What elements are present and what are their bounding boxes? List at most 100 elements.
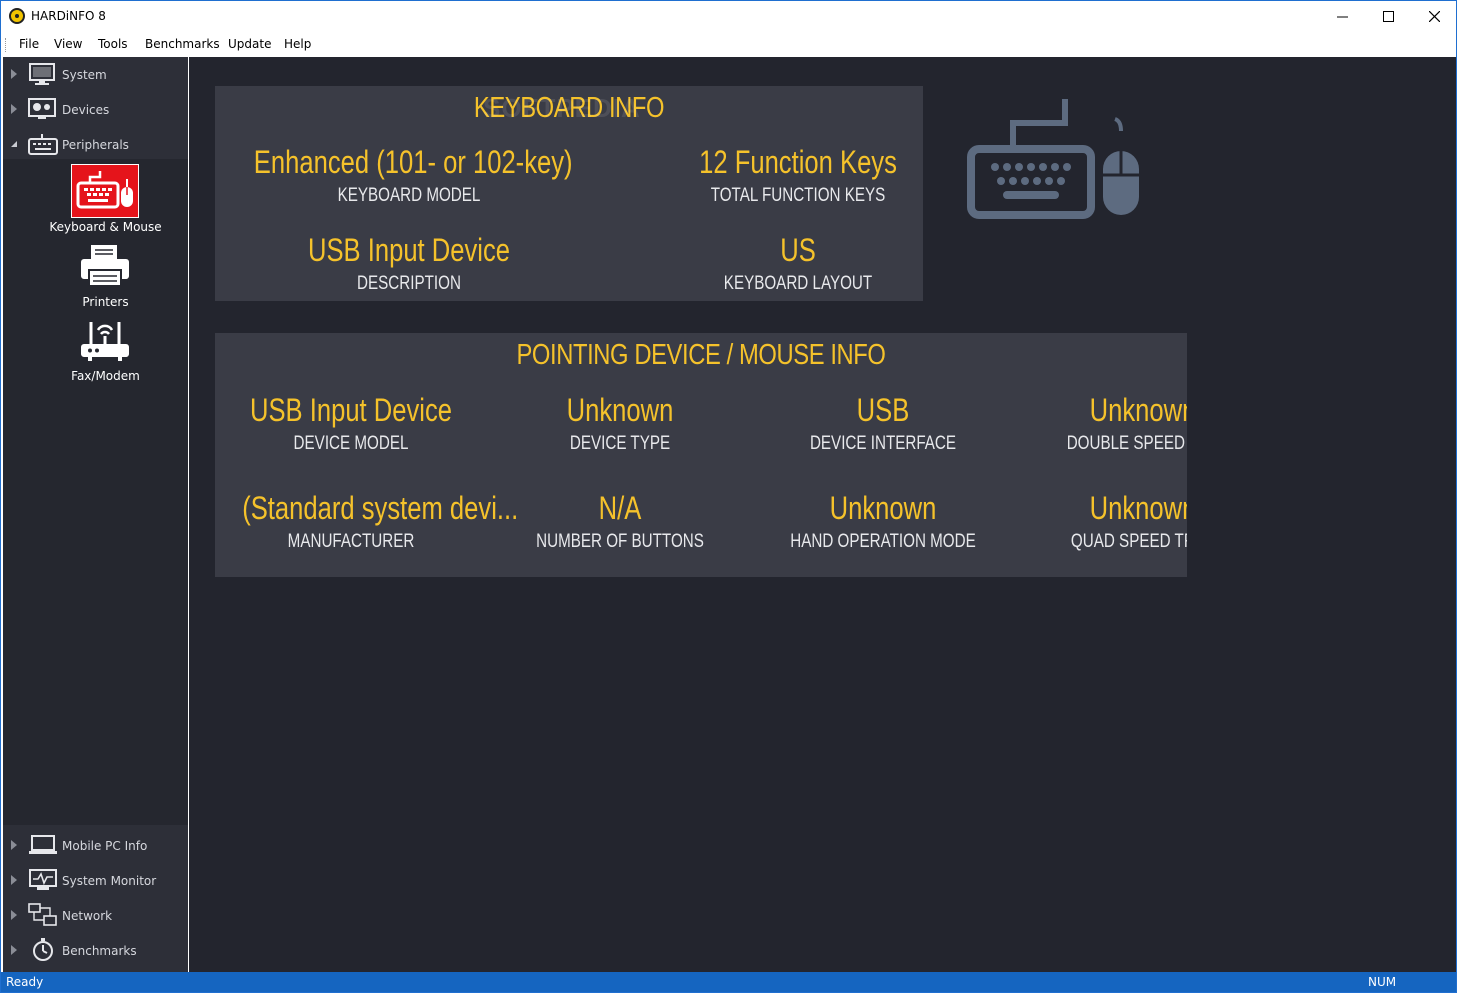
modem-tile[interactable] <box>71 313 139 367</box>
keyboard-mouse-tile[interactable] <box>71 164 139 218</box>
network-icon <box>28 903 57 926</box>
description-value: USB Input Device <box>307 232 511 268</box>
stopwatch-icon <box>33 938 53 961</box>
sidebar-item-label: Mobile PC Info <box>62 839 148 853</box>
keyboard-layout-value: US <box>780 232 816 268</box>
watermark: SOFTPEDIA <box>483 93 641 123</box>
description-label: DESCRIPTION <box>357 273 461 294</box>
manufacturer-value: (Standard system devi... <box>242 490 519 526</box>
manufacturer-label: MANUFACTURER <box>287 531 415 552</box>
description-cell: USB Input Device DESCRIPTION <box>215 232 603 295</box>
printer-icon <box>81 245 129 287</box>
sidebar-item-system-monitor[interactable]: System Monitor <box>3 863 188 898</box>
device-model-cell: USB Input Device DEVICE MODEL <box>215 392 487 455</box>
sidebar-item-label: Network <box>62 909 113 923</box>
menu-tools[interactable]: Tools <box>98 37 128 51</box>
app-window: HARDiNFO 8 File View Tools Benchmarks Up… <box>0 0 1457 993</box>
device-type-value: Unknown <box>566 392 674 428</box>
keyboard-model-cell: Enhanced (101- or 102-key) KEYBOARD MODE… <box>215 144 603 207</box>
sidebar-item-label: Benchmarks <box>62 944 137 958</box>
status-text: Ready <box>6 975 44 989</box>
minimize-icon <box>1336 16 1348 18</box>
device-interface-label: DEVICE INTERFACE <box>809 433 957 454</box>
device-model-label: DEVICE MODEL <box>293 433 409 454</box>
menu-update[interactable]: Update <box>228 37 271 51</box>
device-interface-value: USB <box>856 392 910 428</box>
double-speed-cell: Unknown DOUBLE SPEED TRE <box>1013 392 1187 455</box>
printer-tile[interactable] <box>71 239 139 293</box>
menu-help[interactable]: Help <box>284 37 311 51</box>
maximize-icon <box>1382 11 1394 22</box>
sidebar-item-label: System <box>62 68 107 82</box>
modem-icon <box>81 322 129 361</box>
device-model-value: USB Input Device <box>249 392 453 428</box>
window-title: HARDiNFO 8 <box>31 9 106 23</box>
number-of-buttons-value: N/A <box>598 490 642 526</box>
sidebar-item-benchmarks[interactable]: Benchmarks <box>3 933 188 968</box>
double-speed-value: Unknown <box>1089 392 1187 428</box>
mouse-info-title: POINTING DEVICE / MOUSE INFO <box>516 339 886 371</box>
sidebar-item-label: Peripherals <box>62 138 129 152</box>
device-interface-cell: USB DEVICE INTERFACE <box>753 392 1013 455</box>
expand-arrow-icon[interactable] <box>11 945 17 955</box>
sidebar: System Devices Peripherals Keyboard & Mo… <box>3 57 188 972</box>
sidebar-item-label: System Monitor <box>62 874 157 888</box>
app-logo-icon <box>9 8 25 24</box>
manufacturer-cell: (Standard system devi... MANUFACTURER <box>215 490 519 553</box>
expand-arrow-icon[interactable] <box>11 910 17 920</box>
minimize-button[interactable] <box>1319 1 1365 32</box>
close-icon <box>1428 11 1440 22</box>
expand-arrow-icon[interactable] <box>11 840 17 850</box>
main-content: KEYBOARD INFO Enhanced (101- or 102-key)… <box>189 57 1456 972</box>
quad-speed-label: QUAD SPEED TRES <box>1070 531 1187 552</box>
peripheral-fax-modem[interactable]: Fax/Modem <box>3 313 188 387</box>
mouse-info-panel: POINTING DEVICE / MOUSE INFO USB Input D… <box>215 333 1187 577</box>
sidebar-item-system[interactable]: System <box>3 57 188 92</box>
sidebar-item-mobile-pc-info[interactable]: Mobile PC Info <box>3 828 188 863</box>
menu-file[interactable]: File <box>19 37 39 51</box>
menu-bar: File View Tools Benchmarks Update Help <box>1 32 1456 57</box>
keyboard-model-label: KEYBOARD MODEL <box>337 185 481 206</box>
monitor-icon <box>29 63 55 85</box>
peripherals-panel: Keyboard & Mouse Printers Fax/Modem <box>3 159 188 825</box>
sidebar-item-network[interactable]: Network <box>3 898 188 933</box>
function-keys-label: TOTAL FUNCTION KEYS <box>710 185 886 206</box>
collapse-arrow-icon[interactable] <box>11 141 17 147</box>
keyboard-mouse-illustration-icon <box>967 99 1139 219</box>
device-type-cell: Unknown DEVICE TYPE <box>487 392 753 455</box>
num-lock-indicator: NUM <box>1368 975 1397 989</box>
system-monitor-icon <box>29 869 57 890</box>
maximize-button[interactable] <box>1365 1 1411 32</box>
hand-operation-value: Unknown <box>829 490 937 526</box>
hand-operation-label: HAND OPERATION MODE <box>790 531 976 552</box>
function-keys-value: 12 Function Keys <box>699 144 897 180</box>
sidebar-bottom-group: Mobile PC Info System Monitor Network Be… <box>3 825 188 972</box>
keyboard-layout-cell: US KEYBOARD LAYOUT <box>603 232 923 295</box>
close-button[interactable] <box>1411 1 1457 32</box>
peripheral-label: Printers <box>82 295 129 309</box>
sidebar-item-devices[interactable]: Devices <box>3 92 188 127</box>
quad-speed-value: Unknown <box>1089 490 1187 526</box>
quad-speed-cell: Unknown QUAD SPEED TRES <box>1013 490 1187 553</box>
peripheral-label: Fax/Modem <box>71 369 140 383</box>
devices-icon <box>28 98 56 119</box>
menu-grip <box>5 38 8 52</box>
keyboard-icon <box>28 134 58 155</box>
expand-arrow-icon[interactable] <box>11 104 17 114</box>
device-type-label: DEVICE TYPE <box>569 433 671 454</box>
title-bar: HARDiNFO 8 <box>1 1 1456 32</box>
status-bar: Ready NUM <box>1 972 1456 992</box>
peripheral-keyboard-mouse[interactable]: Keyboard & Mouse <box>3 164 188 238</box>
keyboard-mouse-icon <box>76 171 133 209</box>
peripheral-label: Keyboard & Mouse <box>49 220 162 234</box>
keyboard-layout-label: KEYBOARD LAYOUT <box>723 273 873 294</box>
peripheral-printers[interactable]: Printers <box>3 239 188 313</box>
function-keys-cell: 12 Function Keys TOTAL FUNCTION KEYS <box>603 144 923 207</box>
expand-arrow-icon[interactable] <box>11 69 17 79</box>
hand-operation-cell: Unknown HAND OPERATION MODE <box>753 490 1013 553</box>
expand-arrow-icon[interactable] <box>11 875 17 885</box>
menu-view[interactable]: View <box>54 37 82 51</box>
menu-benchmarks[interactable]: Benchmarks <box>145 37 220 51</box>
sidebar-item-peripherals[interactable]: Peripherals <box>3 127 188 162</box>
number-of-buttons-cell: N/A NUMBER OF BUTTONS <box>487 490 753 553</box>
